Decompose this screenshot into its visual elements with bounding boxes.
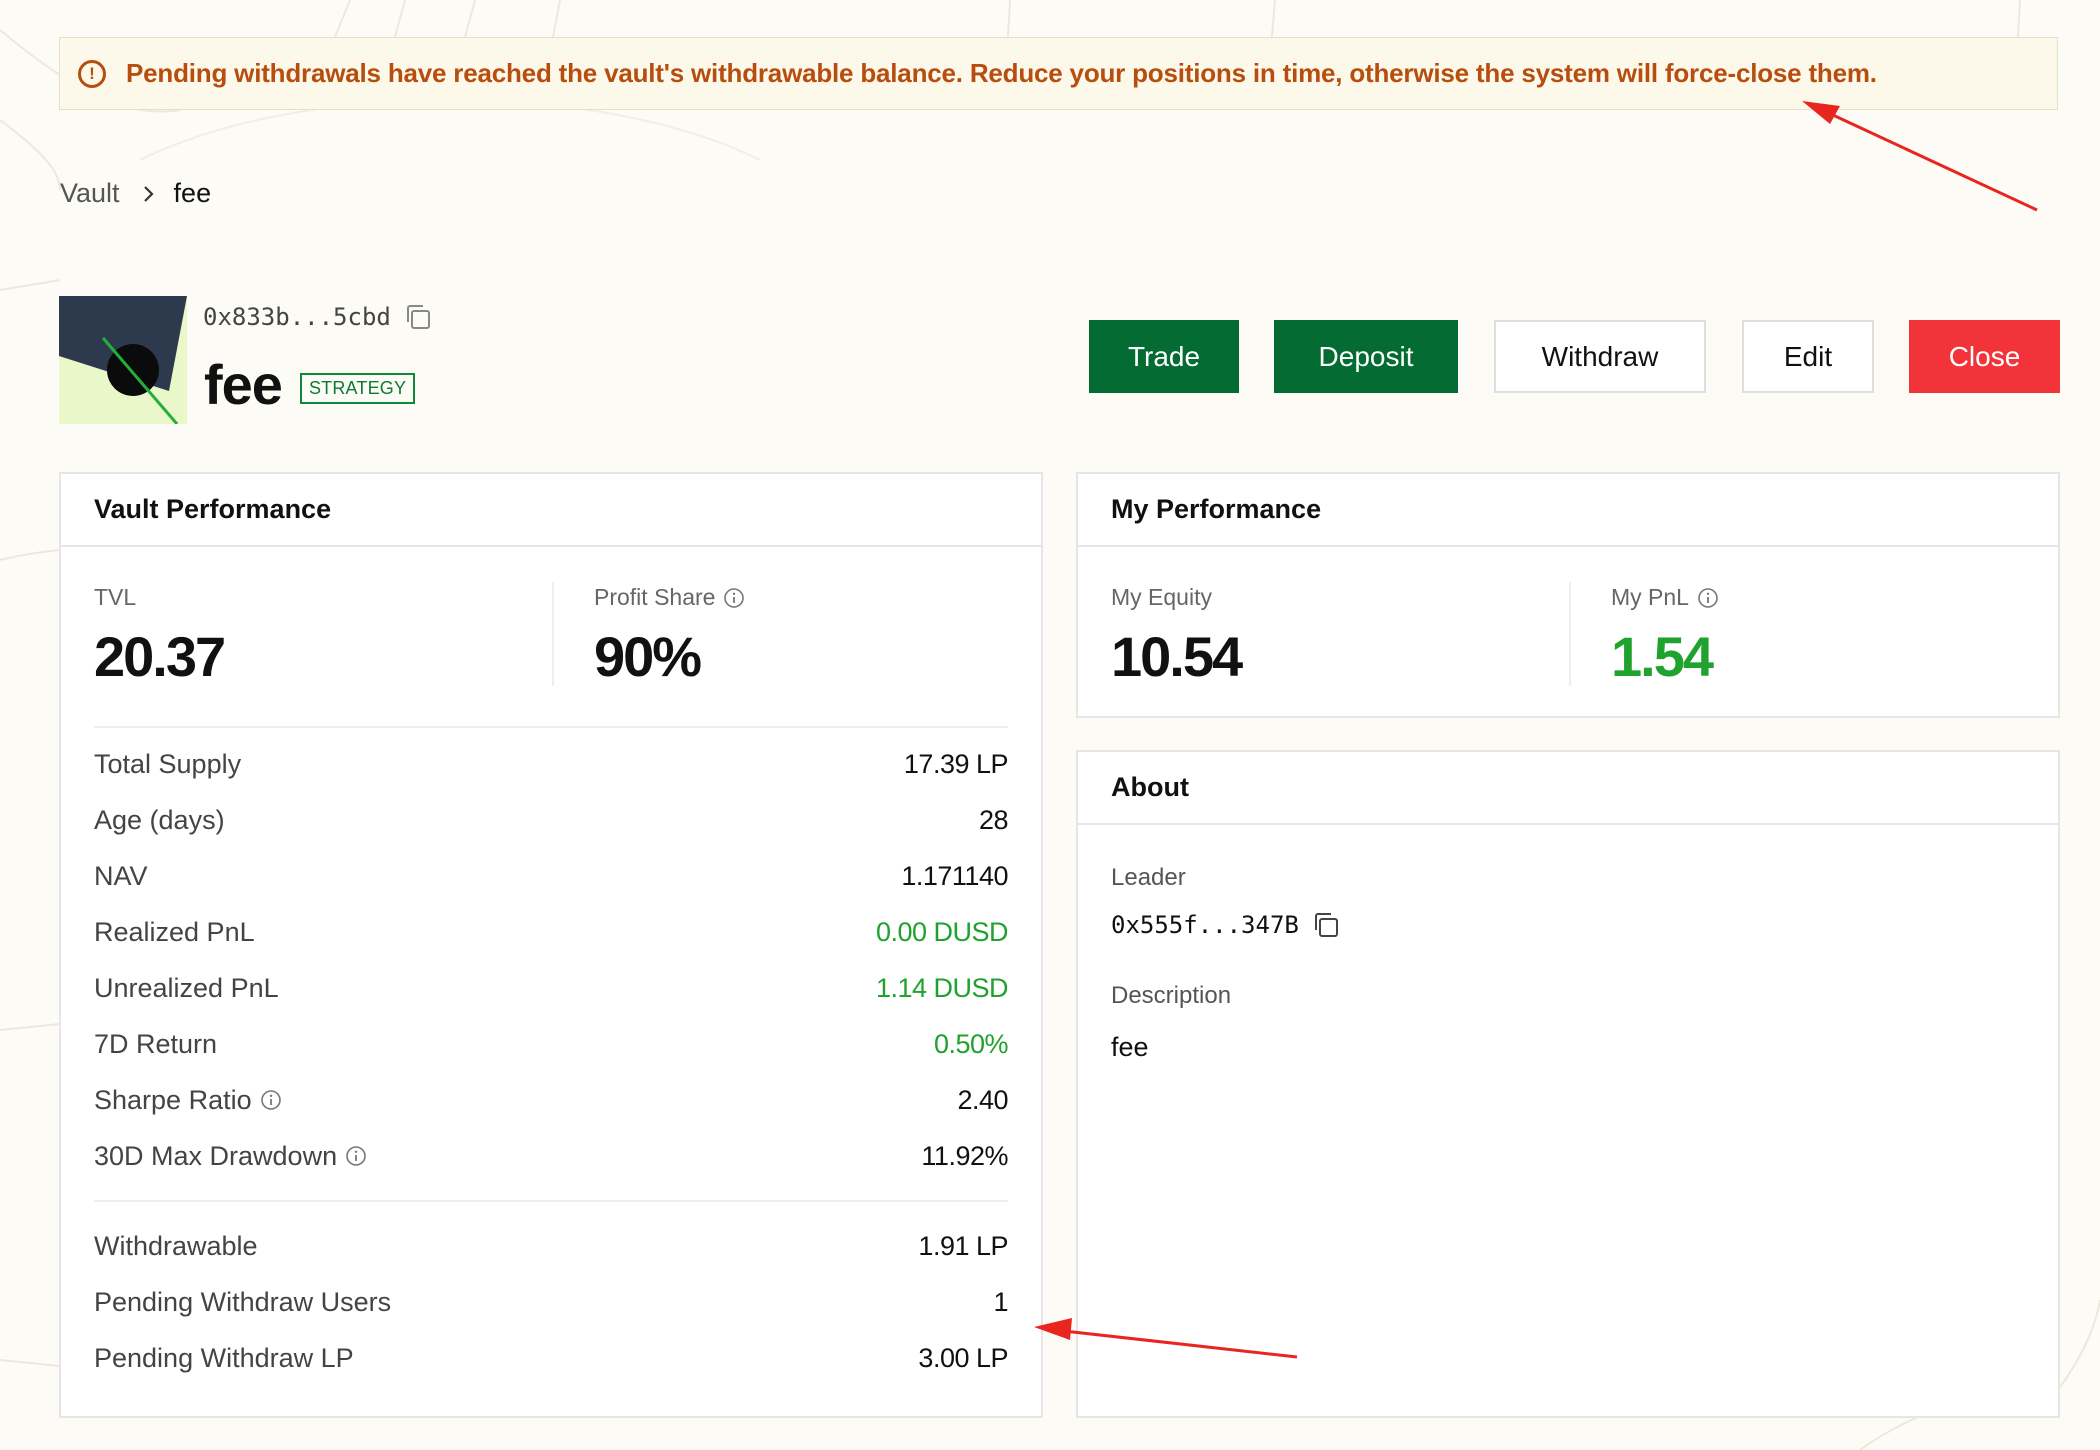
breadcrumb-vault-link[interactable]: Vault bbox=[60, 178, 120, 209]
vault-performance-card: Vault Performance TVL 20.37 Profit Share… bbox=[59, 472, 1043, 1418]
row-value: 28 bbox=[978, 804, 1009, 835]
row-label: Pending Withdraw Users bbox=[94, 1286, 392, 1317]
leader-address: 0x555f...347B bbox=[1111, 911, 1299, 939]
close-button[interactable]: Close bbox=[1909, 320, 2060, 393]
leader-address-row: 0x555f...347B bbox=[1111, 910, 1341, 940]
breadcrumb: Vault fee bbox=[60, 178, 211, 209]
my-pnl-label-text: My PnL bbox=[1611, 584, 1689, 610]
about-card: About Leader 0x555f...347B Description f… bbox=[1076, 750, 2060, 1418]
row-label: Age (days) bbox=[94, 804, 225, 835]
breadcrumb-current: fee bbox=[173, 178, 212, 208]
row-label: 7D Return bbox=[94, 1028, 218, 1059]
row-value: 0.50% bbox=[933, 1028, 1009, 1059]
vault-performance-title: Vault Performance bbox=[61, 474, 1041, 547]
my-performance-title: My Performance bbox=[1078, 474, 2058, 547]
warning-text: Pending withdrawals have reached the vau… bbox=[126, 58, 1877, 88]
stat-row-pending-withdraw-lp: Pending Withdraw LP 3.00 LP bbox=[94, 1338, 1008, 1378]
row-value: 0.00 DUSD bbox=[875, 916, 1009, 947]
stat-row-total-supply: Total Supply 17.39 LP bbox=[94, 744, 1009, 784]
tvl-label-text: TVL bbox=[94, 584, 137, 610]
row-label: Withdrawable bbox=[94, 1230, 258, 1261]
stat-row-realized-pnl: Realized PnL 0.00 DUSD bbox=[94, 912, 1009, 952]
my-pnl-value: 1.54 bbox=[1611, 625, 1714, 688]
description-label: Description bbox=[1111, 982, 1232, 1009]
section-divider bbox=[94, 726, 1008, 728]
stat-row-pending-withdraw-users: Pending Withdraw Users 1 bbox=[94, 1282, 1008, 1322]
vault-avatar bbox=[59, 296, 187, 424]
vault-address: 0x833b...5cbd bbox=[203, 303, 391, 331]
my-equity-label: My Equity bbox=[1111, 584, 1212, 611]
row-label-with-info: Sharpe Ratio bbox=[94, 1085, 282, 1116]
strategy-badge: STRATEGY bbox=[299, 373, 416, 404]
stat-row-sharpe-ratio: Sharpe Ratio 2.40 bbox=[94, 1080, 1008, 1120]
profit-share-label-text: Profit Share bbox=[594, 584, 716, 610]
my-pnl-label: My PnL bbox=[1611, 584, 1719, 611]
row-label: Total Supply bbox=[94, 748, 242, 779]
deposit-button[interactable]: Deposit bbox=[1274, 320, 1458, 393]
stat-row-unrealized-pnl: Unrealized PnL 1.14 DUSD bbox=[94, 968, 1009, 1008]
my-equity-value: 10.54 bbox=[1111, 625, 1243, 688]
row-label: Unrealized PnL bbox=[94, 972, 279, 1003]
info-icon[interactable] bbox=[260, 1089, 282, 1111]
trade-button[interactable]: Trade bbox=[1089, 320, 1239, 393]
section-divider bbox=[94, 1200, 1008, 1202]
row-label: Pending Withdraw LP bbox=[94, 1342, 354, 1373]
info-icon[interactable] bbox=[1697, 587, 1719, 609]
stat-divider bbox=[552, 582, 554, 686]
row-value: 17.39 LP bbox=[903, 748, 1009, 779]
row-value: 1.14 DUSD bbox=[875, 972, 1009, 1003]
about-title: About bbox=[1078, 752, 2058, 825]
stat-divider bbox=[1569, 582, 1571, 686]
tvl-value: 20.37 bbox=[94, 625, 226, 688]
my-performance-card: My Performance My Equity 10.54 My PnL 1.… bbox=[1076, 472, 2060, 718]
row-value: 1 bbox=[993, 1286, 1008, 1317]
copy-icon[interactable] bbox=[403, 302, 433, 332]
info-icon[interactable] bbox=[345, 1145, 367, 1167]
my-equity-label-text: My Equity bbox=[1111, 584, 1212, 610]
tvl-label: TVL bbox=[94, 584, 136, 611]
row-label: NAV bbox=[94, 860, 148, 891]
row-label-with-info: 30D Max Drawdown bbox=[94, 1141, 367, 1172]
info-icon[interactable] bbox=[723, 587, 745, 609]
alert-circle-icon: ! bbox=[78, 59, 106, 88]
profit-share-value: 90% bbox=[594, 625, 702, 688]
row-label: Sharpe Ratio bbox=[94, 1084, 252, 1115]
row-value: 1.91 LP bbox=[918, 1230, 1008, 1261]
profit-share-label: Profit Share bbox=[594, 584, 745, 611]
edit-button[interactable]: Edit bbox=[1742, 320, 1874, 393]
stat-row-withdrawable: Withdrawable 1.91 LP bbox=[94, 1226, 1008, 1266]
warning-banner: ! Pending withdrawals have reached the v… bbox=[59, 37, 2058, 110]
stat-row-30d-max-drawdown: 30D Max Drawdown 11.92% bbox=[94, 1136, 1008, 1176]
row-value: 1.171140 bbox=[901, 860, 1008, 891]
stat-row-nav: NAV 1.171140 bbox=[94, 856, 1008, 896]
description-text: fee bbox=[1111, 1032, 1149, 1062]
withdraw-button[interactable]: Withdraw bbox=[1494, 320, 1706, 393]
vault-title-row: fee STRATEGY bbox=[204, 352, 416, 417]
stat-row-7d-return: 7D Return 0.50% bbox=[94, 1024, 1009, 1064]
vault-name: fee bbox=[204, 353, 283, 416]
row-label: Realized PnL bbox=[94, 916, 255, 947]
leader-label: Leader bbox=[1111, 864, 1186, 891]
chevron-right-icon bbox=[142, 184, 156, 204]
row-value: 11.92% bbox=[921, 1140, 1008, 1171]
stat-row-age: Age (days) 28 bbox=[94, 800, 1009, 840]
copy-icon[interactable] bbox=[1311, 910, 1341, 940]
row-label: 30D Max Drawdown bbox=[94, 1140, 338, 1171]
row-value: 3.00 LP bbox=[918, 1342, 1008, 1373]
vault-address-row: 0x833b...5cbd bbox=[203, 302, 433, 332]
row-value: 2.40 bbox=[957, 1084, 1008, 1115]
